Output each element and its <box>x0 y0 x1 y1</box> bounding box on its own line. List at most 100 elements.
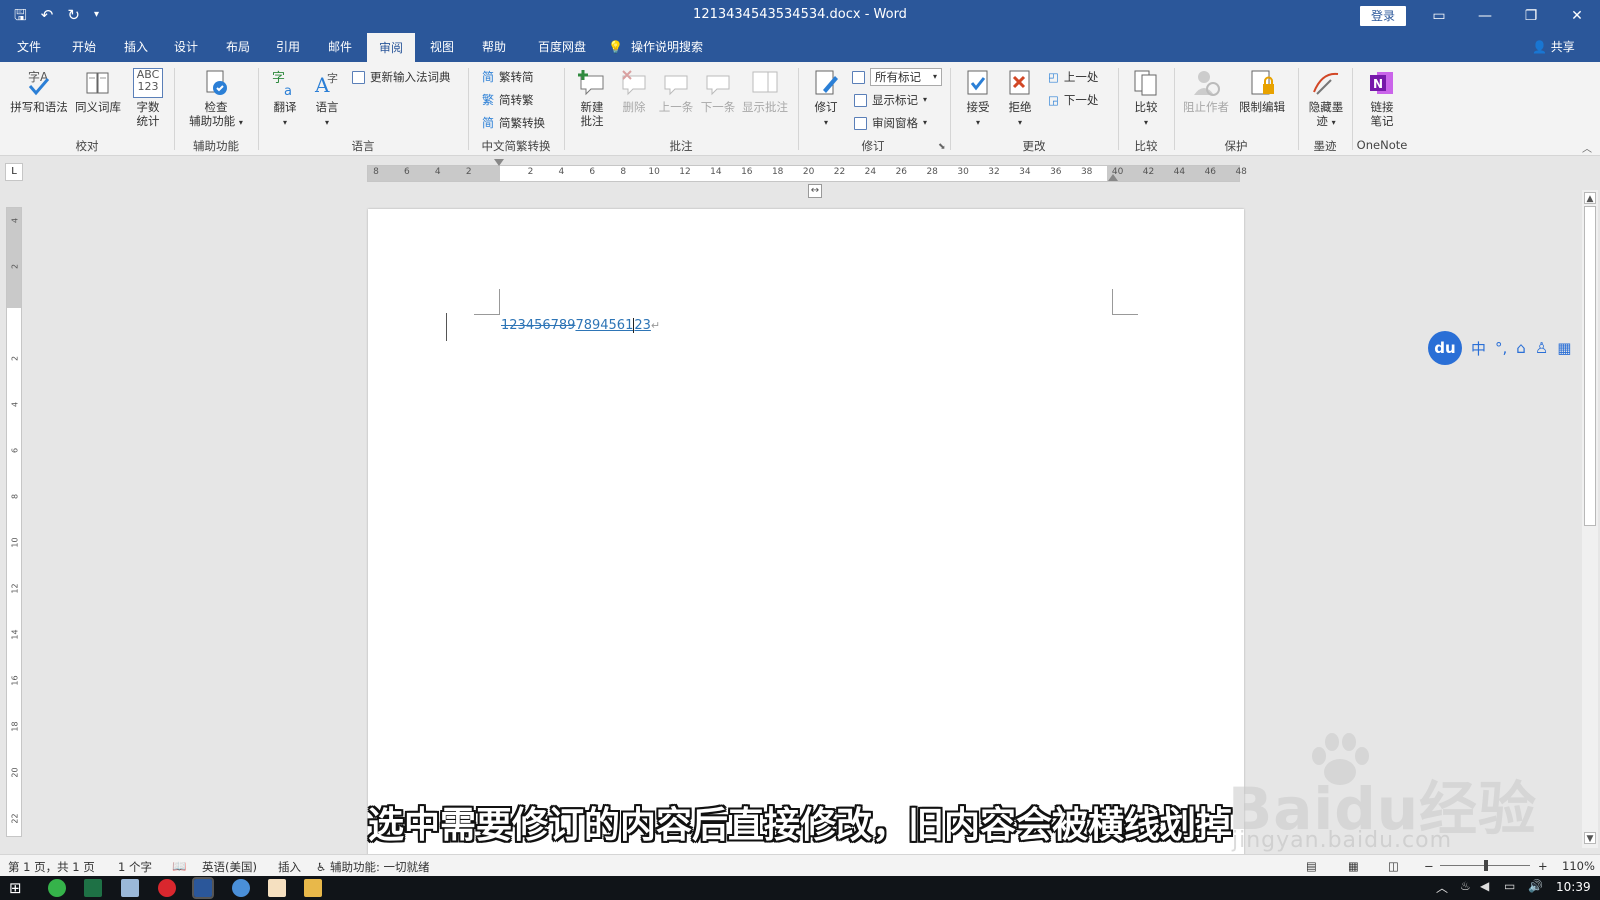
simplified-to-traditional-button[interactable]: 繁 简转繁 <box>482 93 534 107</box>
zoom-out-icon[interactable]: − <box>1424 859 1434 873</box>
block-authors-button[interactable]: 阻止作者 <box>1180 68 1232 114</box>
ribbon-review: 字A 拼写和语法 同义词库 ABC 123 字数 统计 校对 检查 辅助功能 ▾… <box>0 62 1600 156</box>
ribbon-display-options-icon[interactable]: ▭ <box>1424 4 1454 28</box>
tray-volume-mute-icon[interactable]: ◀ <box>1480 879 1489 893</box>
ime-user-icon[interactable]: ♙ <box>1535 339 1548 357</box>
language-status[interactable]: 英语(美国) <box>202 859 257 875</box>
revised-text[interactable]: 123456789789456123↵ <box>501 318 660 333</box>
zoom-level[interactable]: 110% <box>1562 859 1595 873</box>
minimize-icon[interactable]: — <box>1470 4 1500 28</box>
delete-comment-label: 删除 <box>622 100 646 114</box>
language-button[interactable]: A字 语言 ▾ <box>308 68 346 130</box>
tab-baidu-netdisk[interactable]: 百度网盘 <box>530 32 594 62</box>
restrict-editing-button[interactable]: 限制编辑 <box>1234 68 1290 114</box>
tab-layout[interactable]: 布局 <box>220 32 256 62</box>
split-column-icon[interactable]: ↔ <box>808 184 822 198</box>
tab-design[interactable]: 设计 <box>168 32 204 62</box>
tray-chevron-icon[interactable]: ︿ <box>1436 879 1448 896</box>
translate-button[interactable]: 字a 翻译 ▾ <box>266 68 304 130</box>
accept-button[interactable]: 接受 ▾ <box>958 68 998 130</box>
vertical-scrollbar[interactable]: ▲ ▼ <box>1582 190 1598 848</box>
ruler-tick: 32 <box>988 167 1000 177</box>
dialog-launcher-icon[interactable]: ⬊ <box>938 142 946 152</box>
ime-chinese-mode[interactable]: 中 <box>1471 338 1486 359</box>
thesaurus-button[interactable]: 同义词库 <box>72 68 124 114</box>
previous-comment-button[interactable]: 上一条 <box>656 68 696 114</box>
new-comment-button[interactable]: 新建 批注 <box>570 68 614 128</box>
taskbar-app-icon[interactable] <box>48 879 66 897</box>
netease-music-icon[interactable] <box>158 879 176 897</box>
chrome-icon[interactable] <box>232 879 250 897</box>
next-comment-button[interactable]: 下一条 <box>698 68 738 114</box>
accessibility-status[interactable]: ♿ 辅助功能: 一切就绪 <box>316 859 430 875</box>
new-comment-label-1: 新建 <box>580 100 604 114</box>
group-label-changes: 更改 <box>1022 139 1046 153</box>
zoom-in-icon[interactable]: + <box>1538 859 1548 873</box>
track-changes-button[interactable]: 修订 ▾ <box>806 68 846 130</box>
page-count[interactable]: 第 1 页，共 1 页 <box>8 859 95 875</box>
chinese-conversion-button[interactable]: 简 简繁转换 <box>482 116 545 130</box>
markup-selector[interactable]: 所有标记 ▾ <box>852 68 942 86</box>
baidu-ime-logo[interactable]: du <box>1428 331 1462 365</box>
scroll-up-icon[interactable]: ▲ <box>1584 192 1596 204</box>
spelling-grammar-button[interactable]: 字A 拼写和语法 <box>8 68 70 114</box>
delete-comment-button[interactable]: 删除 <box>614 68 654 114</box>
word-count-button[interactable]: ABC 123 字数 统计 <box>128 68 168 128</box>
tell-me-search[interactable]: 💡 操作说明搜索 <box>608 32 703 62</box>
tray-app-icon[interactable]: ♨ <box>1460 879 1471 893</box>
word-icon[interactable] <box>192 877 214 899</box>
tab-insert[interactable]: 插入 <box>118 32 154 62</box>
scroll-thumb[interactable] <box>1584 206 1596 526</box>
check-accessibility-button[interactable]: 检查 辅助功能 ▾ <box>182 68 250 130</box>
right-indent-marker-icon[interactable] <box>1108 173 1118 181</box>
word-count[interactable]: 1 个字 <box>118 859 152 875</box>
tab-help[interactable]: 帮助 <box>476 32 512 62</box>
print-layout-icon[interactable]: ▦ <box>1348 859 1359 873</box>
taskbar-clock[interactable]: 10:39 <box>1556 880 1591 894</box>
tab-view[interactable]: 视图 <box>424 32 460 62</box>
reject-button[interactable]: 拒绝 ▾ <box>1000 68 1040 130</box>
tab-selector[interactable]: L <box>5 163 23 181</box>
compare-button[interactable]: 比较 ▾ <box>1126 68 1166 130</box>
tab-mailings[interactable]: 邮件 <box>322 32 358 62</box>
reviewing-pane-button[interactable]: 审阅窗格 ▾ <box>854 116 927 130</box>
zoom-slider-thumb[interactable] <box>1484 860 1488 871</box>
web-layout-icon[interactable]: ◫ <box>1388 859 1399 873</box>
file-explorer-icon[interactable] <box>304 879 322 897</box>
indent-marker-icon[interactable] <box>494 159 504 181</box>
show-comments-button[interactable]: 显示批注 <box>740 68 790 114</box>
proofing-status-icon[interactable]: 📖 <box>172 859 186 873</box>
windows-start-icon[interactable]: ⊞ <box>9 879 22 897</box>
ime-punctuation-toggle[interactable]: °, <box>1495 339 1507 357</box>
insert-mode[interactable]: 插入 <box>278 859 301 875</box>
show-markup-button[interactable]: 显示标记 ▾ <box>854 93 927 107</box>
document-page[interactable]: 123456789789456123↵ <box>368 209 1244 859</box>
excel-icon[interactable] <box>84 879 102 897</box>
read-mode-icon[interactable]: ▤ <box>1306 859 1317 873</box>
notepad-icon[interactable] <box>121 879 139 897</box>
tab-home[interactable]: 开始 <box>66 32 102 62</box>
ime-toolbox-icon[interactable]: ⌂ <box>1516 339 1526 357</box>
previous-change-button[interactable]: ◰ 上一处 <box>1048 70 1098 84</box>
volume-icon[interactable]: 🔊 <box>1528 879 1543 893</box>
group-label-compare: 比较 <box>1134 139 1158 153</box>
tab-references[interactable]: 引用 <box>270 32 306 62</box>
linked-notes-button[interactable]: N 链接 笔记 <box>1360 68 1404 128</box>
ime-grid-icon[interactable]: ▦ <box>1557 339 1571 357</box>
taskbar-file-icon[interactable] <box>268 879 286 897</box>
ruler-tick: 28 <box>926 167 938 177</box>
traditional-to-simplified-button[interactable]: 简 繁转简 <box>482 70 534 84</box>
tab-review[interactable]: 审阅 <box>367 32 415 62</box>
collapse-ribbon-icon[interactable]: ︿ <box>1582 140 1592 155</box>
restore-icon[interactable]: ❐ <box>1516 4 1546 28</box>
next-change-button[interactable]: ◲ 下一处 <box>1048 93 1098 107</box>
update-ime-dictionary-button[interactable]: 更新输入法词典 <box>352 70 451 84</box>
close-icon[interactable]: ✕ <box>1562 4 1592 28</box>
share-button[interactable]: 👤 共享 <box>1532 32 1575 62</box>
vertical-ruler[interactable]: 4 2 2 4 6 8 10 12 14 16 18 20 22 <box>6 207 22 837</box>
login-button[interactable]: 登录 <box>1360 6 1406 26</box>
hide-ink-button[interactable]: 隐藏墨 迹 ▾ <box>1304 68 1348 130</box>
tab-file[interactable]: 文件 <box>12 32 46 62</box>
network-icon[interactable]: ▭ <box>1504 879 1515 893</box>
markup-dropdown[interactable]: 所有标记 ▾ <box>870 68 942 86</box>
